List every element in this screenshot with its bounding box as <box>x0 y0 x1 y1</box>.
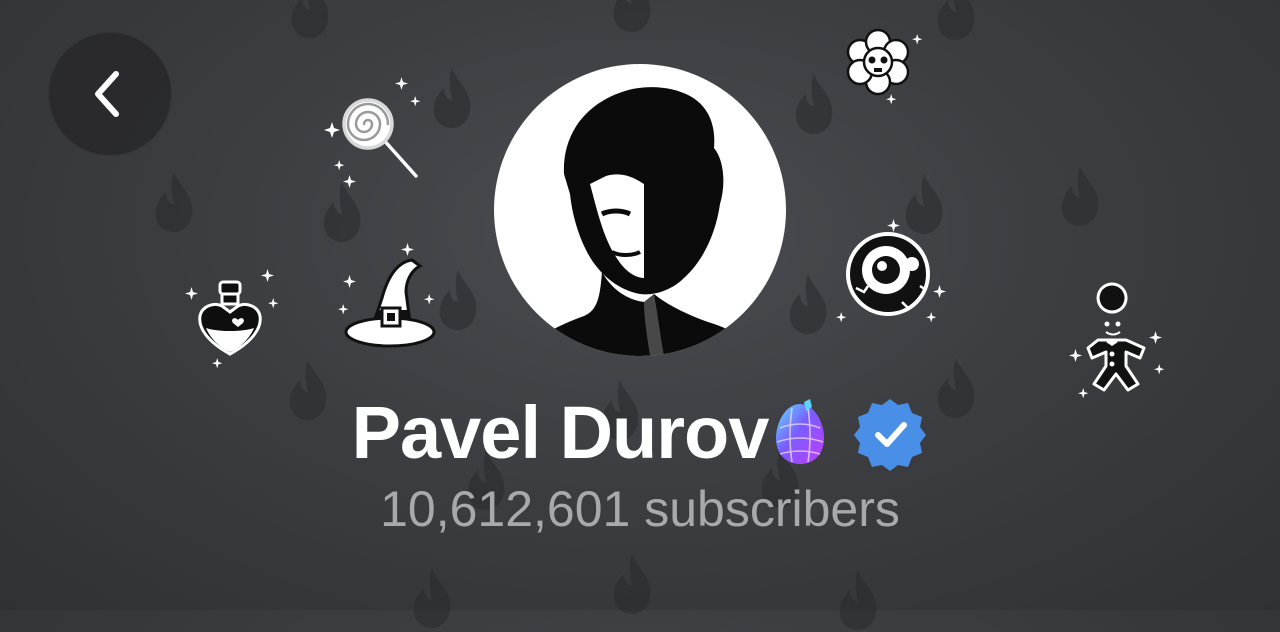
verified-badge-icon <box>854 399 927 471</box>
flame-icon <box>146 170 202 234</box>
lollipop-icon[interactable] <box>320 72 430 192</box>
crystal-ball-egg-icon[interactable] <box>770 398 830 468</box>
flame-icon <box>928 0 984 42</box>
eyeball-icon[interactable] <box>826 216 950 332</box>
love-potion-icon[interactable] <box>178 262 282 370</box>
back-button[interactable] <box>48 32 172 156</box>
channel-name: Pavel Durov <box>351 391 770 474</box>
flame-icon <box>604 552 660 616</box>
flame-icon <box>282 0 338 40</box>
avatar[interactable] <box>494 64 786 356</box>
chevron-left-icon <box>95 71 119 117</box>
witch-hat-icon[interactable] <box>334 240 444 358</box>
flame-icon <box>1052 164 1108 228</box>
skull-flower-icon[interactable] <box>832 22 924 106</box>
subscriber-count: 10,612,601 subscribers <box>380 481 900 537</box>
flame-icon <box>830 568 886 632</box>
flame-icon <box>604 0 660 34</box>
channel-title-row: Pavel Durov <box>0 388 1280 478</box>
flame-icon <box>424 66 480 130</box>
flame-icon <box>404 566 460 630</box>
